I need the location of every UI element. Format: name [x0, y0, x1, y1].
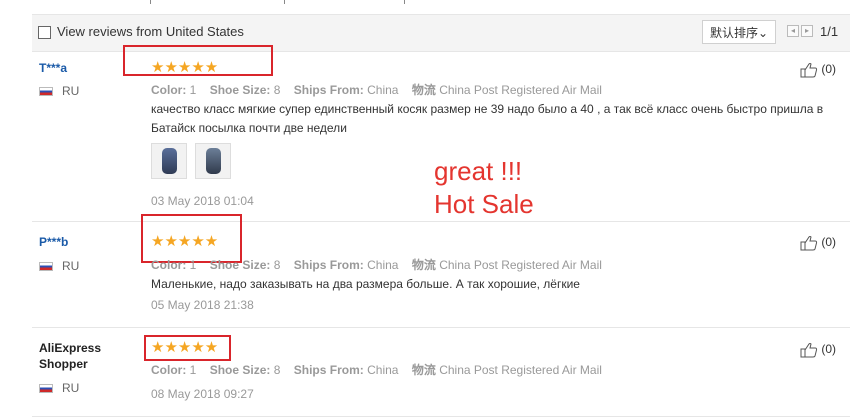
- promo-annotation: great !!! Hot Sale: [434, 155, 534, 221]
- review-date: 03 May 2018 01:04: [151, 194, 254, 208]
- helpful-count: (0): [821, 342, 836, 357]
- logistics-value: China Post Registered Air Mail: [439, 258, 602, 272]
- shoe-size-value: 8: [273, 83, 281, 97]
- helpful-count: (0): [821, 62, 836, 77]
- ships-from-value: China: [367, 258, 399, 272]
- review-text: Маленькие, надо заказывать на два размер…: [151, 277, 580, 291]
- color-value: 1: [189, 258, 197, 272]
- thumbs-up-icon: [800, 343, 818, 358]
- chevron-left-icon: ◂: [790, 26, 795, 35]
- shoe-size-label: Shoe Size:: [209, 258, 271, 272]
- ships-from-label: Ships From:: [293, 363, 364, 377]
- thumbs-up-icon: [800, 236, 818, 251]
- us-reviews-checkbox[interactable]: [38, 26, 51, 39]
- reviewer-country: RU: [62, 84, 80, 98]
- order-details: Color: 1 Shoe Size: 8 Ships From: China …: [151, 361, 602, 378]
- sort-dropdown[interactable]: 默认排序⌄: [702, 20, 776, 44]
- divider: [284, 0, 285, 4]
- annotation-line: Hot Sale: [434, 189, 534, 219]
- color-label: Color:: [151, 83, 187, 97]
- highlight-box: [144, 335, 231, 361]
- review-photo[interactable]: [195, 143, 231, 179]
- color-label: Color:: [151, 258, 187, 272]
- logistics-label: 物流: [411, 258, 436, 272]
- russia-flag-icon: [39, 384, 53, 393]
- shoe-image-icon: [162, 148, 177, 174]
- helpful-count: (0): [821, 235, 836, 250]
- page-indicator: 1/1: [820, 24, 839, 39]
- shoe-size-value: 8: [273, 258, 281, 272]
- shoe-image-icon: [206, 148, 221, 174]
- next-page-button[interactable]: ▸: [801, 25, 813, 37]
- shoe-size-label: Shoe Size:: [209, 363, 271, 377]
- review-item: P***b RU ★★★★★ Color: 1 Shoe Size: 8 Shi…: [32, 214, 850, 328]
- reviewer-name[interactable]: T***a: [39, 61, 67, 75]
- review-date: 05 May 2018 21:38: [151, 298, 254, 312]
- ships-from-value: China: [367, 83, 399, 97]
- review-photos: [151, 143, 241, 181]
- prev-page-button[interactable]: ◂: [787, 25, 799, 37]
- reviewer-name[interactable]: P***b: [39, 235, 68, 249]
- order-details: Color: 1 Shoe Size: 8 Ships From: China …: [151, 81, 602, 98]
- ships-from-label: Ships From:: [293, 258, 364, 272]
- review-item: AliExpress Shopper RU ★★★★★ Color: 1 Sho…: [32, 328, 850, 417]
- review-date: 08 May 2018 09:27: [151, 387, 254, 401]
- top-edge-strip: [0, 0, 850, 12]
- ships-from-label: Ships From:: [293, 83, 364, 97]
- color-value: 1: [189, 83, 197, 97]
- color-label: Color:: [151, 363, 187, 377]
- divider: [404, 0, 405, 4]
- reviewer-country: RU: [62, 381, 80, 395]
- annotation-line: great !!!: [434, 156, 523, 186]
- divider: [150, 0, 151, 4]
- review-photo[interactable]: [151, 143, 187, 179]
- logistics-value: China Post Registered Air Mail: [439, 83, 602, 97]
- russia-flag-icon: [39, 87, 53, 96]
- chevron-right-icon: ▸: [804, 26, 809, 35]
- logistics-label: 物流: [411, 363, 436, 377]
- helpful-button[interactable]: (0): [800, 62, 836, 78]
- shoe-size-label: Shoe Size:: [209, 83, 271, 97]
- chevron-down-icon: ⌄: [757, 26, 769, 40]
- review-text: качество класс мягкие супер единственный…: [151, 102, 824, 135]
- reviewer-name[interactable]: AliExpress Shopper: [39, 340, 119, 372]
- logistics-value: China Post Registered Air Mail: [439, 363, 602, 377]
- color-value: 1: [189, 363, 197, 377]
- reviewer-country: RU: [62, 259, 80, 273]
- thumbs-up-icon: [800, 63, 818, 78]
- helpful-button[interactable]: (0): [800, 342, 836, 358]
- shoe-size-value: 8: [273, 363, 281, 377]
- highlight-box: [123, 45, 273, 76]
- sort-label: 默认排序: [709, 26, 758, 40]
- helpful-button[interactable]: (0): [800, 235, 836, 251]
- russia-flag-icon: [39, 262, 53, 271]
- us-reviews-label[interactable]: View reviews from United States: [57, 24, 244, 39]
- order-details: Color: 1 Shoe Size: 8 Ships From: China …: [151, 256, 602, 273]
- ships-from-value: China: [367, 363, 399, 377]
- logistics-label: 物流: [411, 83, 436, 97]
